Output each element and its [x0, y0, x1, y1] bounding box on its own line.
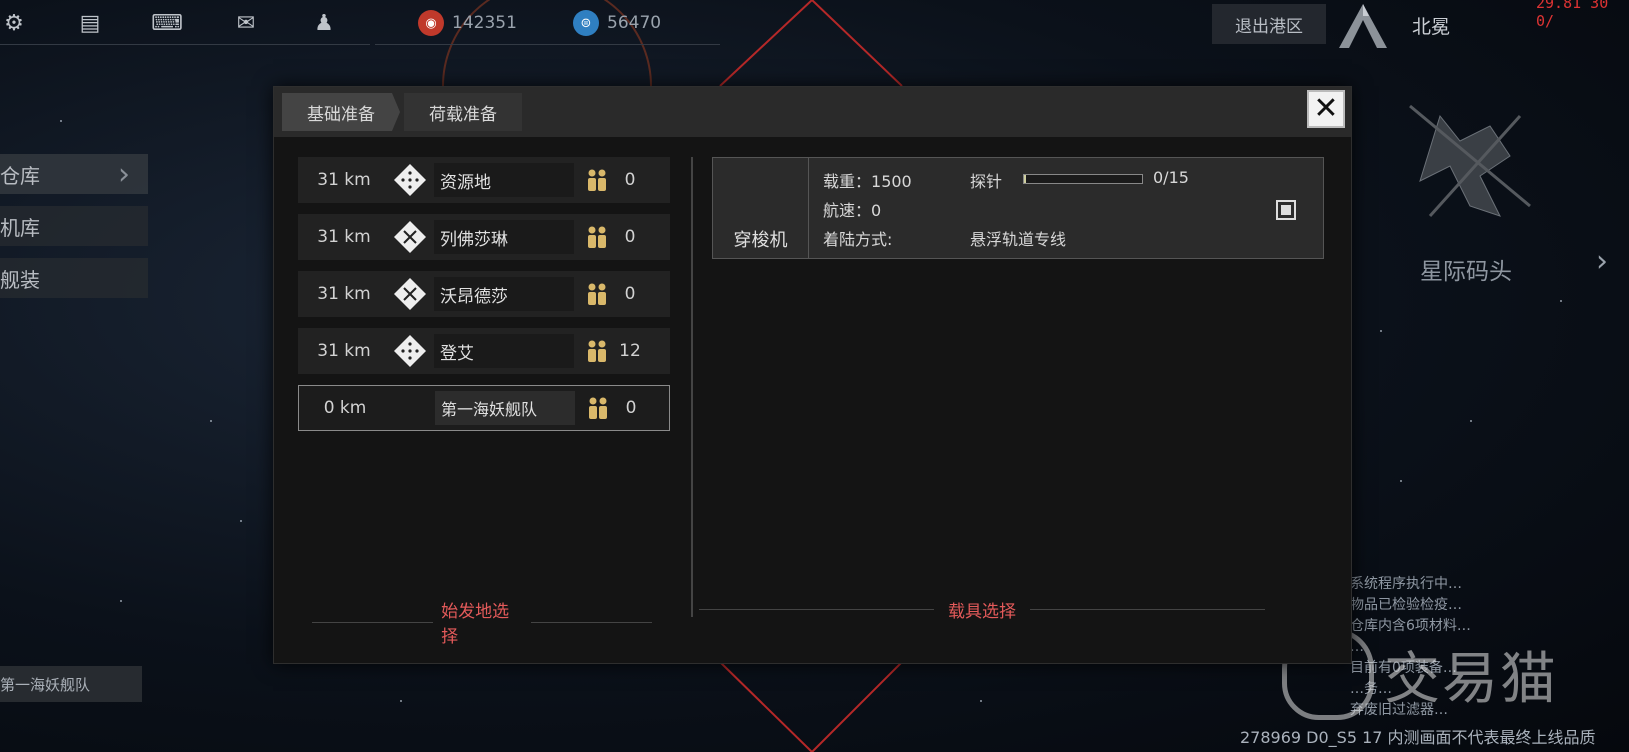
- side-menu-label: 仓库: [0, 163, 40, 188]
- red-currency-icon: ◉: [418, 10, 444, 36]
- origin-name: 资源地: [434, 163, 574, 197]
- vehicle-name: 穿梭机: [713, 158, 809, 258]
- vehicle-section-title: 载具选择: [699, 597, 1339, 622]
- speed-label: 航速：: [823, 201, 872, 220]
- landing-value: 悬浮轨道专线: [970, 230, 1067, 249]
- red-currency: ◉ 142351: [418, 10, 517, 36]
- chat-icon[interactable]: ▤: [76, 10, 104, 36]
- origin-count: 0: [624, 227, 636, 247]
- load-value: 1500: [871, 172, 912, 191]
- side-menu-label: 舰装: [0, 267, 40, 292]
- origin-row[interactable]: 31 km 列佛莎琳 0: [298, 214, 670, 260]
- crew-icon: [582, 225, 612, 249]
- checkbox-mark: [1281, 205, 1291, 215]
- origin-count: 0: [625, 398, 637, 418]
- tab-basic-prep[interactable]: 基础准备: [282, 93, 400, 131]
- origin-row[interactable]: 31 km 沃昂德莎 0: [298, 271, 670, 317]
- topbar-divider: [0, 44, 370, 45]
- title-line: [530, 621, 652, 623]
- tab-cargo-prep[interactable]: 荷载准备: [404, 93, 522, 131]
- vehicle-card[interactable]: 穿梭机 载重：1500 航速：0 着陆方式: 悬浮轨道专线 探针 0/15: [712, 157, 1324, 259]
- dotted-diamond-icon: [390, 160, 430, 200]
- space-dock-label[interactable]: 星际码头: [1420, 252, 1512, 286]
- contacts-icon[interactable]: ♟: [310, 10, 338, 36]
- origin-icon-empty: [391, 388, 431, 428]
- chevron-right-icon: ›: [118, 156, 130, 192]
- build-info: 278969 D0_S5 17 内测画面不代表最终上线品质: [1240, 728, 1596, 747]
- side-menu-warehouse[interactable]: 仓库 ›: [0, 154, 148, 194]
- exit-port-button[interactable]: 退出港区: [1212, 4, 1326, 44]
- x-diamond-icon: [390, 217, 430, 257]
- fleet-tag[interactable]: 第一海妖舰队: [0, 666, 142, 702]
- departure-dialog: 基础准备 荷载准备 ✕ 31 km 资源地 0 31 km 列佛莎琳 0 31 …: [273, 86, 1352, 664]
- origin-count: 12: [619, 341, 641, 361]
- load-label: 载重：: [823, 172, 872, 191]
- origin-distance: 31 km: [317, 284, 371, 304]
- red-currency-value: 142351: [452, 13, 517, 33]
- origin-distance: 31 km: [317, 170, 371, 190]
- watermark-text: 交易猫: [1384, 646, 1558, 712]
- origin-section-label: 始发地选择: [441, 602, 510, 647]
- rank-logo-icon: [1339, 4, 1387, 48]
- probe-progress-fill: [1024, 175, 1027, 183]
- log-line: 物品已检验检疫…: [1350, 597, 1462, 613]
- space-dock-image: [1409, 104, 1531, 218]
- gear-icon[interactable]: ⚙: [0, 10, 28, 36]
- origin-name: 沃昂德莎: [434, 277, 574, 311]
- origin-distance: 0 km: [323, 398, 367, 418]
- player-name: 北冕: [1412, 16, 1451, 38]
- probe-progress-bar: [1023, 174, 1143, 184]
- origin-section-title: 始发地选择: [312, 597, 652, 647]
- origin-row[interactable]: 31 km 登艾 12: [298, 328, 670, 374]
- crew-icon: [582, 282, 612, 306]
- vehicle-section-label: 载具选择: [948, 602, 1016, 622]
- speed-value: 0: [871, 201, 882, 220]
- panel-divider: [691, 157, 693, 617]
- title-line: [312, 621, 434, 623]
- blue-currency: ⊜ 56470: [573, 10, 661, 36]
- origin-row[interactable]: 31 km 资源地 0: [298, 157, 670, 203]
- vehicle-load: 载重：1500: [823, 168, 912, 192]
- origin-row-selected[interactable]: 0 km 第一海妖舰队 0: [298, 385, 670, 431]
- origin-name: 列佛莎琳: [434, 220, 574, 254]
- title-line: [699, 609, 934, 610]
- mail-icon[interactable]: ✉: [232, 10, 260, 36]
- close-button[interactable]: ✕: [1307, 90, 1345, 128]
- x-diamond-icon: [390, 274, 430, 314]
- origin-name: 登艾: [434, 334, 574, 368]
- probe-value: 0/15: [1153, 168, 1189, 187]
- crew-icon: [582, 168, 612, 192]
- crew-icon: [582, 339, 612, 363]
- dialog-header: 基础准备 荷载准备 ✕: [274, 87, 1351, 137]
- origin-name: 第一海妖舰队: [435, 391, 575, 425]
- chevron-right-icon[interactable]: ›: [1596, 244, 1608, 279]
- debug-coords: 29.81 30 0/: [1536, 0, 1609, 30]
- blue-currency-icon: ⊜: [573, 10, 599, 36]
- vehicle-select-checkbox[interactable]: [1276, 200, 1296, 220]
- top-bar: ⚙ ▤ ⌨ ✉ ♟ ◉ 142351 ⊜ 56470: [0, 0, 720, 46]
- landing-label: 着陆方式:: [823, 230, 893, 249]
- log-line: 系统程序执行中…: [1350, 576, 1462, 592]
- origin-distance: 31 km: [317, 227, 371, 247]
- side-menu-label: 机库: [0, 215, 40, 240]
- crew-icon: [583, 396, 613, 420]
- topbar-divider: [375, 44, 720, 45]
- keyboard-icon[interactable]: ⌨: [151, 10, 183, 36]
- side-menu-hangar[interactable]: 机库: [0, 206, 148, 246]
- blue-currency-value: 56470: [607, 13, 662, 33]
- title-line: [1030, 609, 1265, 610]
- origin-count: 0: [624, 284, 636, 304]
- vehicle-speed: 航速：0: [823, 197, 881, 221]
- origin-count: 0: [624, 170, 636, 190]
- origin-distance: 31 km: [317, 341, 371, 361]
- dotted-diamond-icon: [390, 331, 430, 371]
- probe-label: 探针: [970, 172, 1003, 191]
- side-menu-outfit[interactable]: 舰装: [0, 258, 148, 298]
